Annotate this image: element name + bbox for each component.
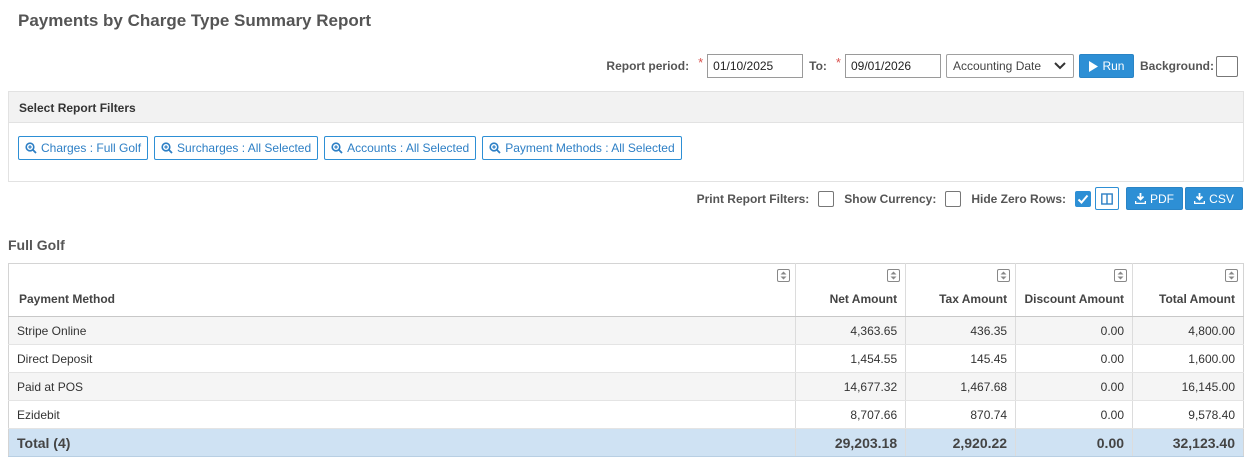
required-marker: * — [835, 54, 841, 70]
total-amount-cell: 32,123.40 — [1132, 428, 1244, 457]
filter-label: Accounts : All Selected — [347, 141, 470, 155]
show-currency-label: Show Currency: — [844, 191, 937, 206]
total-label-cell: Total (4) — [8, 428, 796, 457]
zoom-in-icon — [331, 142, 343, 154]
table-row[interactable]: Paid at POS 14,677.32 1,467.68 0.00 16,1… — [8, 372, 1244, 401]
required-marker: * — [698, 54, 704, 70]
page-title: Payments by Charge Type Summary Report — [18, 11, 372, 30]
hide-zero-rows-label: Hide Zero Rows: — [971, 191, 1066, 206]
column-header-label: Tax Amount — [939, 292, 1008, 306]
tax-amount-cell: 870.74 — [905, 400, 1016, 429]
table-row[interactable]: Direct Deposit 1,454.55 145.45 0.00 1,60… — [8, 344, 1244, 373]
report-period-label: Report period: — [606, 59, 690, 73]
sort-icon[interactable] — [1114, 269, 1128, 282]
report-filters-panel: Select Report Filters Charges : Full Gol… — [8, 91, 1244, 182]
background-checkbox[interactable] — [1216, 55, 1238, 77]
print-filters-label: Print Report Filters: — [696, 191, 810, 206]
zoom-in-icon — [489, 142, 501, 154]
discount-amount-cell: 0.00 — [1015, 372, 1133, 401]
zoom-in-icon — [25, 142, 37, 154]
to-label: To: — [809, 59, 827, 73]
columns-toggle-button[interactable] — [1095, 187, 1119, 210]
column-header-net-amount[interactable]: Net Amount — [795, 263, 906, 317]
section-title: Full Golf — [8, 237, 65, 253]
chevron-down-icon — [1054, 62, 1066, 70]
csv-label: CSV — [1209, 191, 1234, 206]
total-amount-cell: 9,578.40 — [1132, 400, 1244, 429]
filter-label: Charges : Full Golf — [41, 141, 142, 155]
payment-method-cell: Stripe Online — [8, 316, 796, 345]
payment-method-cell: Ezidebit — [8, 400, 796, 429]
filter-label: Surcharges : All Selected — [177, 141, 312, 155]
filters-heading: Select Report Filters — [9, 92, 1243, 123]
run-label: Run — [1102, 59, 1125, 73]
payment-methods-filter-button[interactable]: Payment Methods : All Selected — [482, 136, 682, 160]
tax-amount-cell: 145.45 — [905, 344, 1016, 373]
surcharges-filter-button[interactable]: Surcharges : All Selected — [154, 136, 319, 160]
date-type-value: Accounting Date — [952, 59, 1042, 73]
report-options-bar: Print Report Filters: Show Currency: Hid… — [697, 186, 1243, 211]
discount-amount-cell: 0.00 — [1015, 316, 1133, 345]
table-header-row: Payment Method Net Amount Tax Amount Dis… — [8, 263, 1244, 317]
column-header-label: Discount Amount — [1024, 292, 1125, 306]
csv-download-button[interactable]: CSV — [1185, 187, 1243, 210]
date-type-select[interactable]: Accounting Date — [945, 54, 1074, 78]
run-button[interactable]: Run — [1078, 54, 1134, 78]
column-header-tax-amount[interactable]: Tax Amount — [905, 263, 1016, 317]
net-amount-cell: 14,677.32 — [795, 372, 906, 401]
total-net-cell: 29,203.18 — [795, 428, 906, 457]
from-date-input[interactable] — [707, 54, 804, 78]
sort-icon[interactable] — [777, 269, 791, 282]
play-icon — [1089, 60, 1099, 72]
hide-zero-rows-checkbox[interactable] — [1075, 190, 1091, 207]
total-amount-cell: 16,145.00 — [1132, 372, 1244, 401]
report-period-bar: Report period: * To: * Accounting Date R… — [606, 54, 1238, 78]
sort-icon[interactable] — [1225, 269, 1238, 282]
sort-icon[interactable] — [997, 269, 1011, 282]
discount-amount-cell: 0.00 — [1015, 400, 1133, 429]
net-amount-cell: 4,363.65 — [795, 316, 906, 345]
pdf-label: PDF — [1150, 191, 1174, 206]
column-header-payment-method[interactable]: Payment Method — [8, 263, 796, 317]
show-currency-checkbox[interactable] — [945, 190, 962, 207]
download-icon — [1135, 193, 1146, 204]
table-row[interactable]: Ezidebit 8,707.66 870.74 0.00 9,578.40 — [8, 400, 1244, 429]
column-header-discount-amount[interactable]: Discount Amount — [1015, 263, 1133, 317]
net-amount-cell: 1,454.55 — [795, 344, 906, 373]
background-label: Background: — [1139, 59, 1214, 73]
column-header-label: Payment Method — [19, 292, 116, 306]
pdf-download-button[interactable]: PDF — [1126, 187, 1183, 210]
checkmark-icon — [1077, 194, 1089, 204]
net-amount-cell: 8,707.66 — [795, 400, 906, 429]
column-header-label: Total Amount — [1159, 292, 1235, 306]
total-discount-cell: 0.00 — [1015, 428, 1133, 457]
total-row: Total (4) 29,203.18 2,920.22 0.00 32,123… — [8, 428, 1244, 457]
payment-method-cell: Paid at POS — [8, 372, 796, 401]
total-tax-cell: 2,920.22 — [905, 428, 1016, 457]
tax-amount-cell: 436.35 — [905, 316, 1016, 345]
print-filters-checkbox[interactable] — [818, 190, 835, 207]
column-header-label: Net Amount — [829, 292, 898, 306]
columns-icon — [1101, 192, 1113, 205]
filter-buttons: Charges : Full Golf Surcharges : All Sel… — [9, 123, 1243, 160]
zoom-in-icon — [161, 142, 173, 154]
filter-label: Payment Methods : All Selected — [505, 141, 675, 155]
tax-amount-cell: 1,467.68 — [905, 372, 1016, 401]
payment-method-cell: Direct Deposit — [8, 344, 796, 373]
table-row[interactable]: Stripe Online 4,363.65 436.35 0.00 4,800… — [8, 316, 1244, 345]
column-header-total-amount[interactable]: Total Amount — [1132, 263, 1244, 317]
total-amount-cell: 1,600.00 — [1132, 344, 1244, 373]
charges-filter-button[interactable]: Charges : Full Golf — [18, 136, 149, 160]
download-icon — [1194, 193, 1206, 204]
to-date-input[interactable] — [844, 54, 941, 78]
payments-table: Payment Method Net Amount Tax Amount Dis… — [8, 263, 1244, 457]
discount-amount-cell: 0.00 — [1015, 344, 1133, 373]
sort-icon[interactable] — [887, 269, 901, 282]
accounts-filter-button[interactable]: Accounts : All Selected — [324, 136, 477, 160]
total-amount-cell: 4,800.00 — [1132, 316, 1244, 345]
